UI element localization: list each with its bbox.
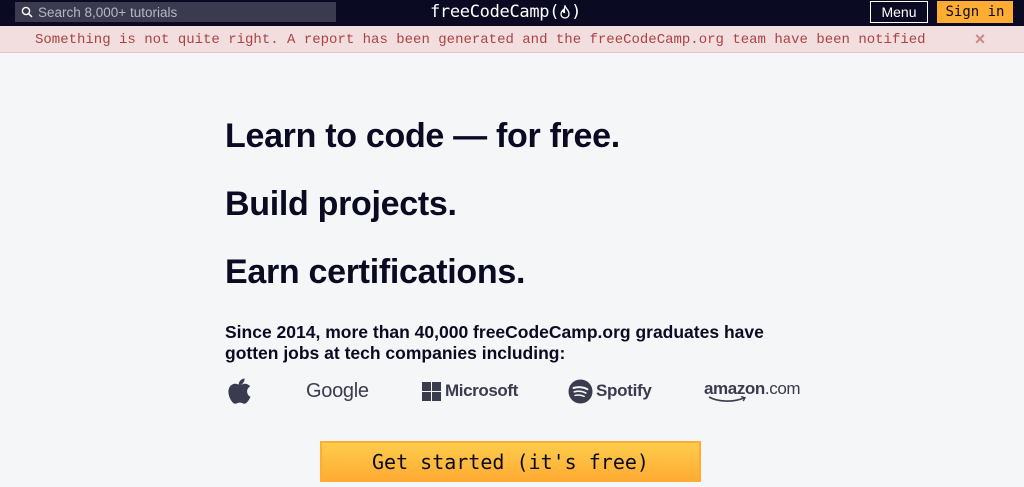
headline-earn: Earn certifications. [225, 253, 526, 291]
spotify-logo-text: Spotify [596, 381, 652, 400]
spotify-logo-icon [568, 379, 593, 403]
sign-in-button[interactable]: Sign in [937, 1, 1013, 23]
freecodecamp-logo[interactable]: freeCodeCamp ( ) [430, 1, 581, 23]
search-placeholder: Search 8,000+ tutorials [38, 4, 178, 20]
alert-message: Something is not quite right. A report h… [35, 32, 926, 48]
search-icon [21, 6, 33, 18]
microsoft-logo: Microsoft [422, 377, 518, 405]
amazon-smile-icon [708, 396, 747, 402]
menu-button[interactable]: Menu [870, 1, 928, 23]
google-logo: Google [306, 377, 369, 405]
amazon-logo: amazon.com [704, 379, 801, 407]
google-logo-text: Google [306, 379, 369, 402]
windows-tiles-icon [422, 381, 441, 401]
spotify-logo: Spotify [568, 377, 652, 405]
top-navbar: Search 8,000+ tutorials freeCodeCamp ( )… [0, 0, 1024, 26]
headline-build: Build projects. [225, 185, 457, 223]
get-started-button[interactable]: Get started (it's free) [320, 441, 701, 482]
apple-logo-icon [228, 378, 251, 404]
amazon-suffix-text: .com [764, 379, 801, 398]
brand-close-paren: ) [571, 2, 582, 22]
graduates-subtext: Since 2014, more than 40,000 freeCodeCam… [225, 322, 764, 363]
headline-learn: Learn to code — for free. [225, 117, 620, 155]
error-alert: Something is not quite right. A report h… [0, 26, 1024, 53]
microsoft-logo-text: Microsoft [445, 381, 518, 400]
apple-logo [228, 377, 252, 405]
flame-icon [560, 5, 570, 19]
search-input[interactable]: Search 8,000+ tutorials [15, 2, 336, 22]
brand-open-paren: ( [549, 2, 560, 22]
close-icon[interactable]: × [972, 29, 988, 49]
brand-text: freeCodeCamp [430, 2, 550, 22]
